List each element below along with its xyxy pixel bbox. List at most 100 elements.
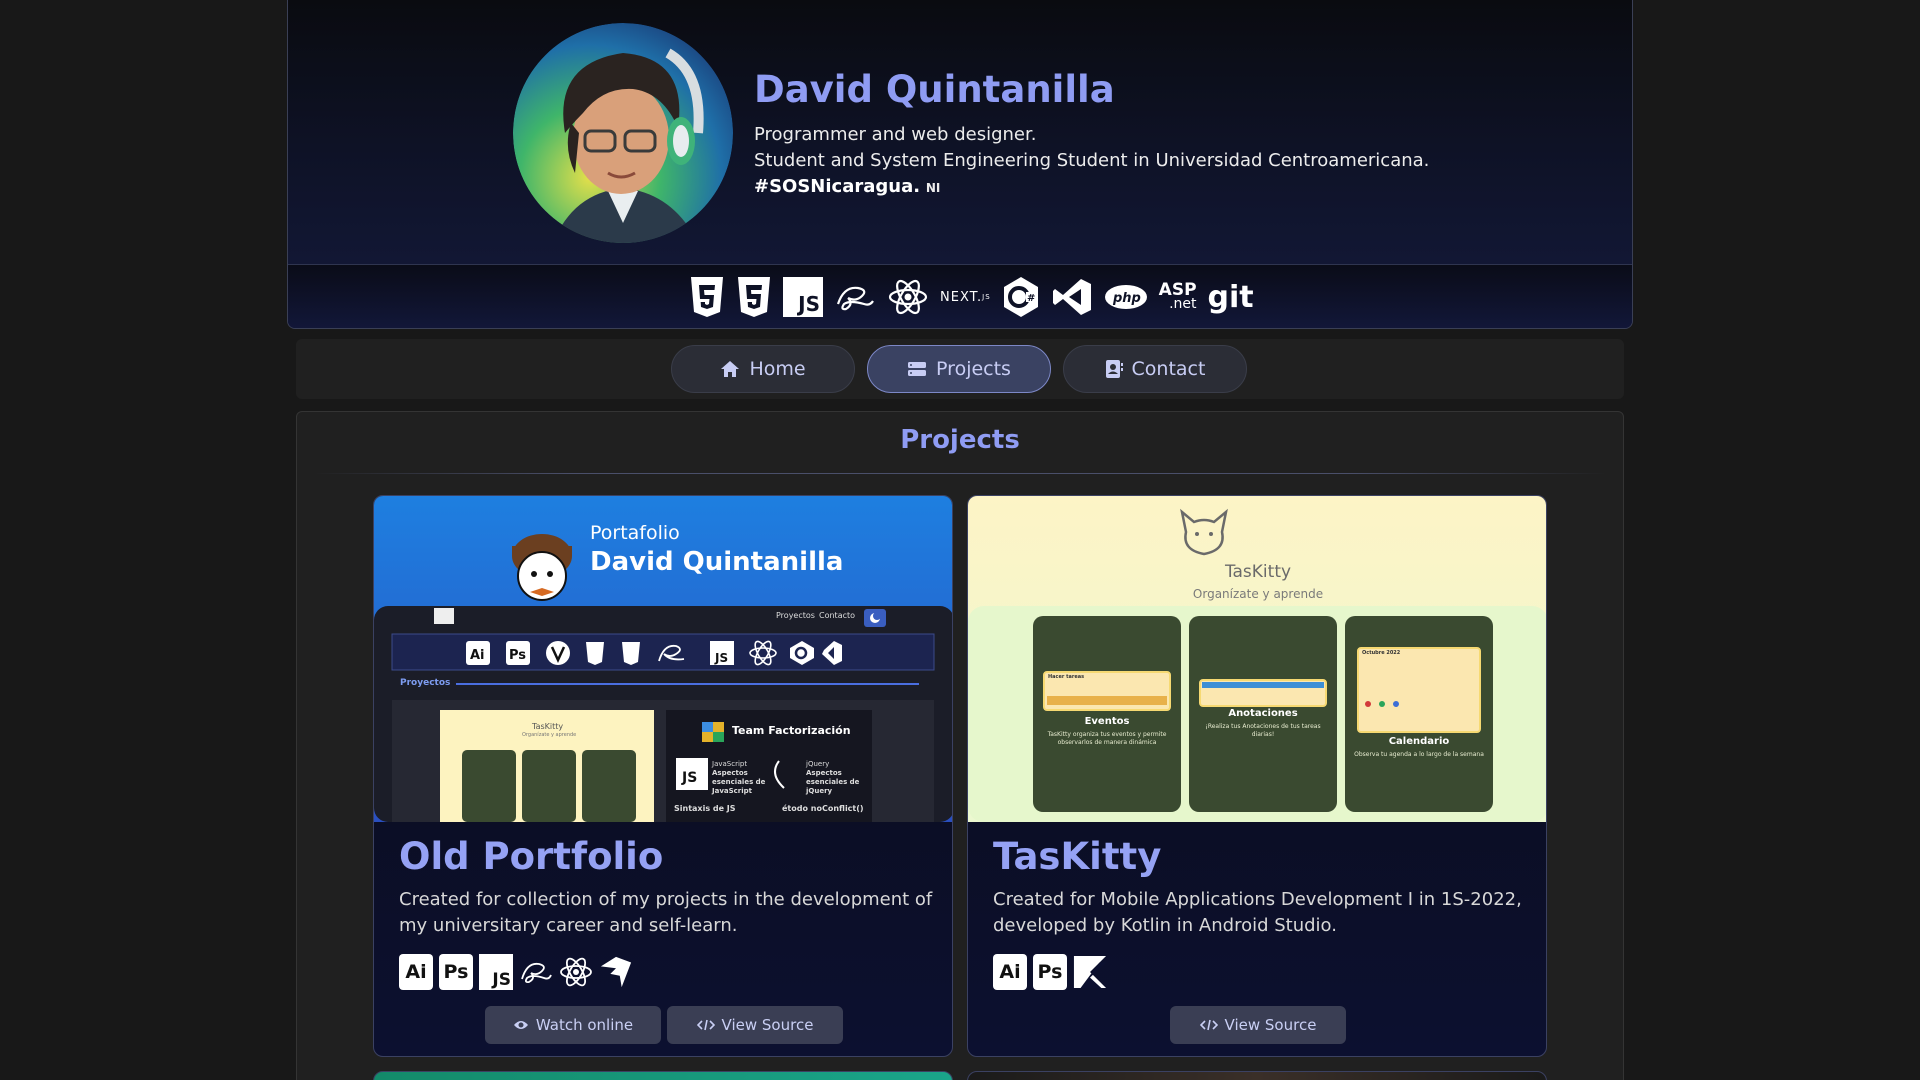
- nav-projects-label: Projects: [936, 358, 1011, 380]
- react-icon: [887, 275, 929, 319]
- screen2-desc: ¡Realiza tus Anotaciones de tus tareas d…: [1205, 723, 1321, 738]
- git-icon: git: [1208, 275, 1254, 319]
- nav-contact-label: Contact: [1131, 358, 1206, 380]
- view-source-button[interactable]: View Source: [1170, 1006, 1346, 1044]
- project-description: Created for Mobile Applications Developm…: [993, 889, 1522, 936]
- watch-online-button[interactable]: Watch online: [485, 1006, 661, 1044]
- preview-mini-taskitty-sub: Organízate y aprende: [522, 732, 577, 738]
- svg-text:Ps: Ps: [509, 648, 526, 663]
- preview-portfolio-small: Portafolio: [590, 522, 680, 544]
- preview-nav-projects: Proyectos: [776, 611, 815, 620]
- nextjs-label: NEXT.: [940, 289, 983, 305]
- view-source-label: View Source: [721, 1016, 814, 1034]
- svg-text:#: #: [1027, 293, 1035, 304]
- react-icon: [559, 954, 593, 990]
- preview-jquery-label-2: Aspectos esenciales de jQuery: [806, 769, 860, 795]
- preview-nav-contact: Contacto: [819, 611, 856, 620]
- screen1-title: Eventos: [1084, 716, 1130, 727]
- php-label: php: [1112, 291, 1141, 306]
- view-source-label: View Source: [1224, 1016, 1317, 1034]
- view-source-button[interactable]: View Source: [667, 1006, 843, 1044]
- screen3-title: Calendario: [1388, 736, 1450, 747]
- project-card-taskitty: TasKitty Organízate y aprende Hacer tare…: [967, 495, 1547, 1057]
- svg-text:JS: JS: [714, 651, 728, 665]
- nextjs-icon: NEXT. JS: [940, 275, 991, 319]
- screen1-header: Hacer tareas: [1048, 674, 1085, 680]
- aspnet-icon: ASP .net: [1159, 275, 1197, 319]
- preview-row-1: Sintaxis de JS: [674, 804, 736, 813]
- javascript-badge: JS: [783, 277, 823, 317]
- photoshop-icon: Ps: [1033, 954, 1067, 990]
- preview-jquery-label-1: jQuery: [806, 760, 830, 768]
- css3-icon: [736, 275, 772, 319]
- avatar: [513, 23, 733, 243]
- svg-text:Ai: Ai: [470, 648, 485, 663]
- preview-section-title: Proyectos: [400, 678, 451, 688]
- eye-icon: [513, 1021, 528, 1029]
- project-title: TasKitty: [993, 835, 1162, 878]
- html5-icon: [689, 275, 725, 319]
- profile-name: David Quintanilla: [754, 68, 1115, 111]
- javascript-icon: JS: [479, 954, 513, 990]
- csharp-icon: #: [1002, 275, 1040, 319]
- code-icon: [1199, 1019, 1218, 1031]
- git-label: git: [1207, 279, 1254, 315]
- bio-line-1: Programmer and web designer.: [754, 124, 1037, 145]
- nextjs-sublabel: JS: [982, 293, 991, 301]
- taskitty-app-name: TasKitty: [1224, 562, 1292, 582]
- section-title: Projects: [900, 425, 1020, 455]
- screen3-month: Octubre 2022: [1362, 650, 1401, 656]
- bio-hashtag-line: #SOSNicaragua. NI: [754, 174, 1429, 201]
- home-icon: [721, 361, 740, 377]
- preview-portfolio-name: David Quintanilla: [590, 547, 844, 577]
- preview-row-2: étodo noConflict(): [782, 804, 864, 813]
- preview-mini-taskitty: TasKitty: [532, 722, 564, 731]
- project-title: Old Portfolio: [399, 835, 664, 878]
- project-card-peek: [373, 1071, 953, 1080]
- tech-stack-icons: JS NEXT. JS # php ASP .net git: [689, 275, 1254, 319]
- watch-online-label: Watch online: [535, 1016, 634, 1034]
- nav-home-label: Home: [749, 358, 806, 380]
- preview-jquery-label: jQuery Aspectos esenciales de jQuery: [806, 760, 862, 796]
- taskitty-subtitle: Organízate y aprende: [1192, 587, 1324, 601]
- sass-icon: [834, 275, 876, 319]
- project-tech-icons: Ai Ps JS: [399, 954, 633, 990]
- preview-js-label: JavaScript Aspectos esenciales de JavaSc…: [712, 760, 768, 796]
- contact-icon: [1105, 360, 1123, 378]
- illustrator-icon: Ai: [399, 954, 433, 990]
- hashtag: #SOSNicaragua.: [754, 176, 921, 197]
- project-description: Created for collection of my projects in…: [399, 889, 933, 936]
- code-icon: [696, 1019, 715, 1031]
- svg-text:JS: JS: [681, 770, 697, 786]
- main-nav: Home Projects Contact: [296, 339, 1624, 399]
- project-tech-icons: Ai Ps: [993, 954, 1107, 990]
- profile-bio: Programmer and web designer. Student and…: [754, 122, 1429, 201]
- visual-studio-icon: [1051, 275, 1093, 319]
- nav-projects-button[interactable]: Projects: [867, 345, 1051, 393]
- photoshop-icon: Ps: [439, 954, 473, 990]
- tech-stack-bar: JS NEXT. JS # php ASP .net git: [288, 264, 1632, 328]
- project-card-old-portfolio: Ai Ps JS JS Portafolio David Quintanilla: [373, 495, 953, 1057]
- nav-contact-button[interactable]: Contact: [1063, 345, 1247, 393]
- kotlin-icon: [1073, 954, 1107, 990]
- vite-icon: [599, 954, 633, 990]
- project-card-peek: [967, 1071, 1547, 1080]
- screen1-desc: TasKitty organiza tus eventos y permite …: [1047, 731, 1167, 746]
- profile-header: David Quintanilla Programmer and web des…: [287, 0, 1633, 329]
- asp-label: ASP: [1158, 280, 1197, 300]
- project-preview-image: Ai Ps JS JS Portafolio David Quintanilla: [374, 496, 952, 822]
- bio-line-2: Student and System Engineering Student i…: [754, 150, 1430, 171]
- preview-js-label-2: Aspectos esenciales de JavaScript: [712, 769, 766, 795]
- preview-js-label-1: JavaScript: [712, 760, 748, 768]
- php-icon: php: [1104, 275, 1148, 319]
- nav-home-button[interactable]: Home: [671, 345, 855, 393]
- projects-icon: [908, 362, 927, 376]
- sass-icon: [519, 954, 553, 990]
- screen3-desc: Observa tu agenda a lo largo de la seman…: [1354, 751, 1484, 758]
- section-divider: [313, 473, 1607, 474]
- preview-team-title: Team Factorización: [732, 724, 851, 737]
- illustrator-icon: Ai: [993, 954, 1027, 990]
- screen2-title: Anotaciones: [1228, 708, 1298, 719]
- project-preview-image: TasKitty Organízate y aprende Hacer tare…: [968, 496, 1546, 822]
- javascript-icon: JS: [783, 275, 823, 319]
